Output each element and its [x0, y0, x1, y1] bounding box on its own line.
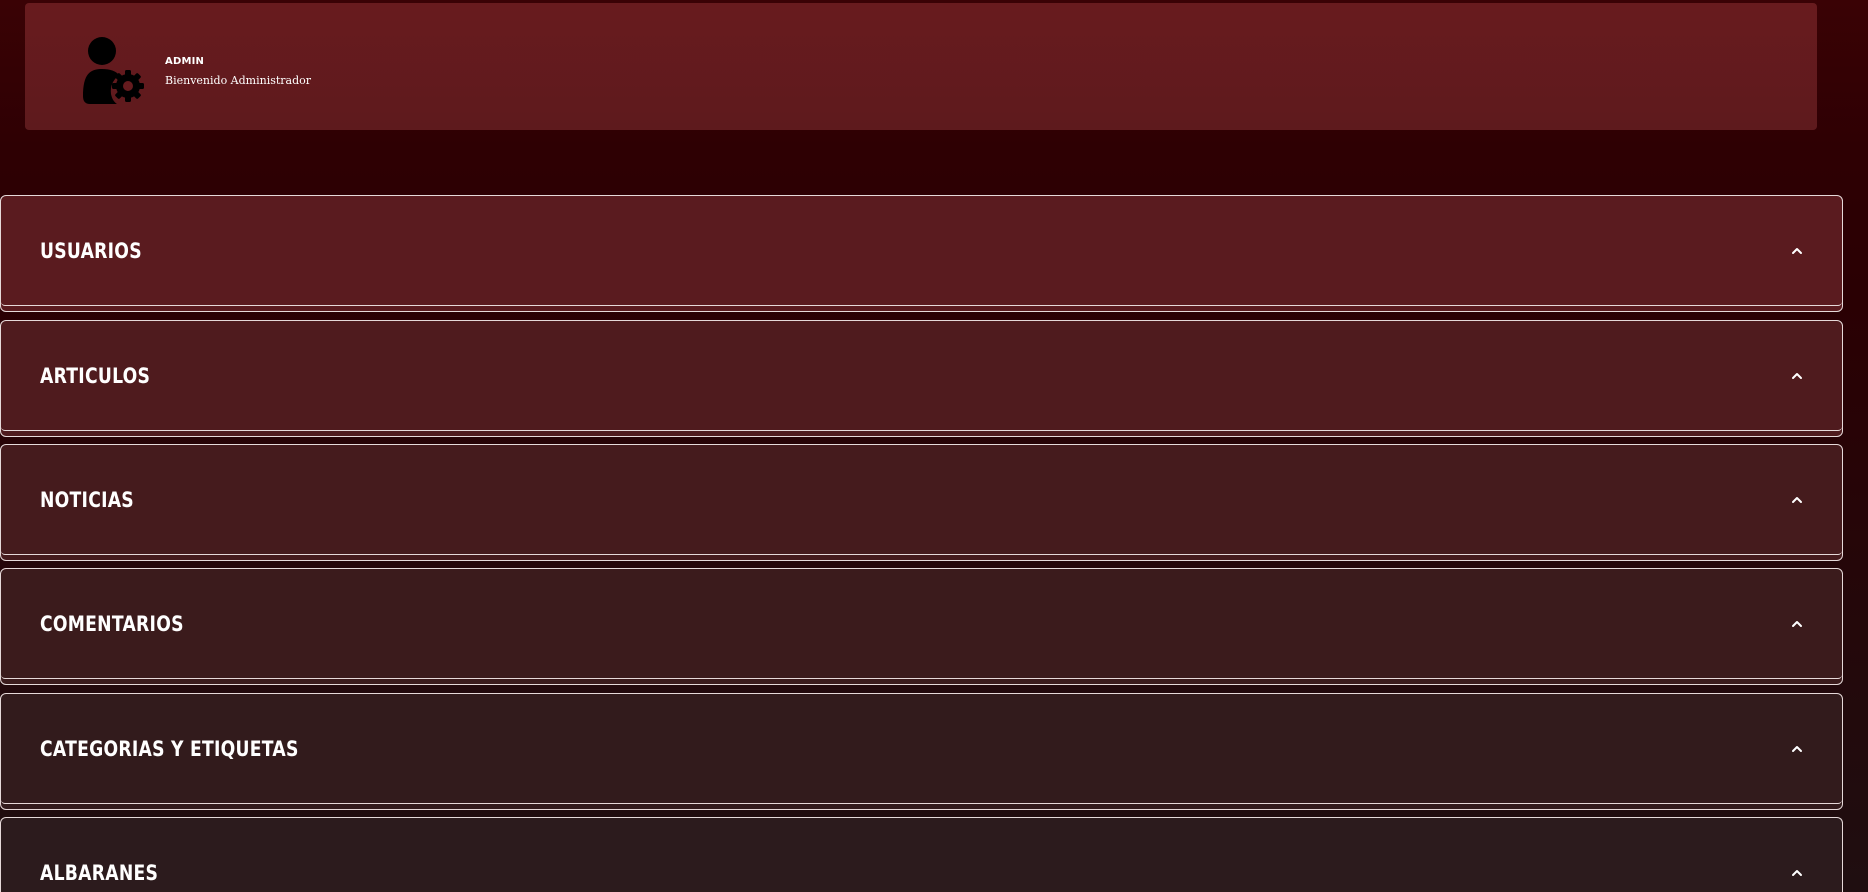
header-user-info: ADMIN Bienvenido Administrador: [165, 55, 311, 88]
accordion-header-noticias[interactable]: NOTICIAS: [1, 445, 1842, 555]
accordion-header-usuarios[interactable]: USUARIOS: [1, 196, 1842, 306]
accordion-title: COMENTARIOS: [40, 612, 184, 636]
accordion-title: CATEGORIAS Y ETIQUETAS: [40, 737, 299, 761]
chevron-up-icon[interactable]: [1790, 369, 1804, 383]
chevron-up-icon[interactable]: [1790, 244, 1804, 258]
chevron-up-icon[interactable]: [1790, 493, 1804, 507]
accordion-categorias-y-etiquetas: CATEGORIAS Y ETIQUETAS: [0, 693, 1843, 810]
accordion-title: ARTICULOS: [40, 364, 151, 388]
accordion-albaranes: ALBARANES: [0, 817, 1843, 892]
accordion-header-comentarios[interactable]: COMENTARIOS: [1, 569, 1842, 679]
user-name: ADMIN: [165, 56, 205, 67]
accordion-comentarios: COMENTARIOS: [0, 568, 1843, 685]
accordion-header-categorias-y-etiquetas[interactable]: CATEGORIAS Y ETIQUETAS: [1, 694, 1842, 804]
accordion-usuarios: USUARIOS: [0, 195, 1843, 312]
chevron-up-icon[interactable]: [1790, 866, 1804, 880]
accordion-noticias: NOTICIAS: [0, 444, 1843, 561]
chevron-up-icon[interactable]: [1790, 617, 1804, 631]
accordion-title: NOTICIAS: [40, 488, 134, 512]
admin-header-card: ADMIN Bienvenido Administrador: [25, 3, 1817, 130]
accordion-header-albaranes[interactable]: ALBARANES: [1, 818, 1842, 892]
chevron-up-icon[interactable]: [1790, 742, 1804, 756]
accordion-articulos: ARTICULOS: [0, 320, 1843, 437]
accordion-header-articulos[interactable]: ARTICULOS: [1, 321, 1842, 431]
accordion-title: ALBARANES: [40, 861, 159, 885]
welcome-message: Bienvenido Administrador: [165, 74, 312, 87]
user-gear-icon: [83, 37, 144, 104]
accordion-title: USUARIOS: [40, 239, 142, 263]
